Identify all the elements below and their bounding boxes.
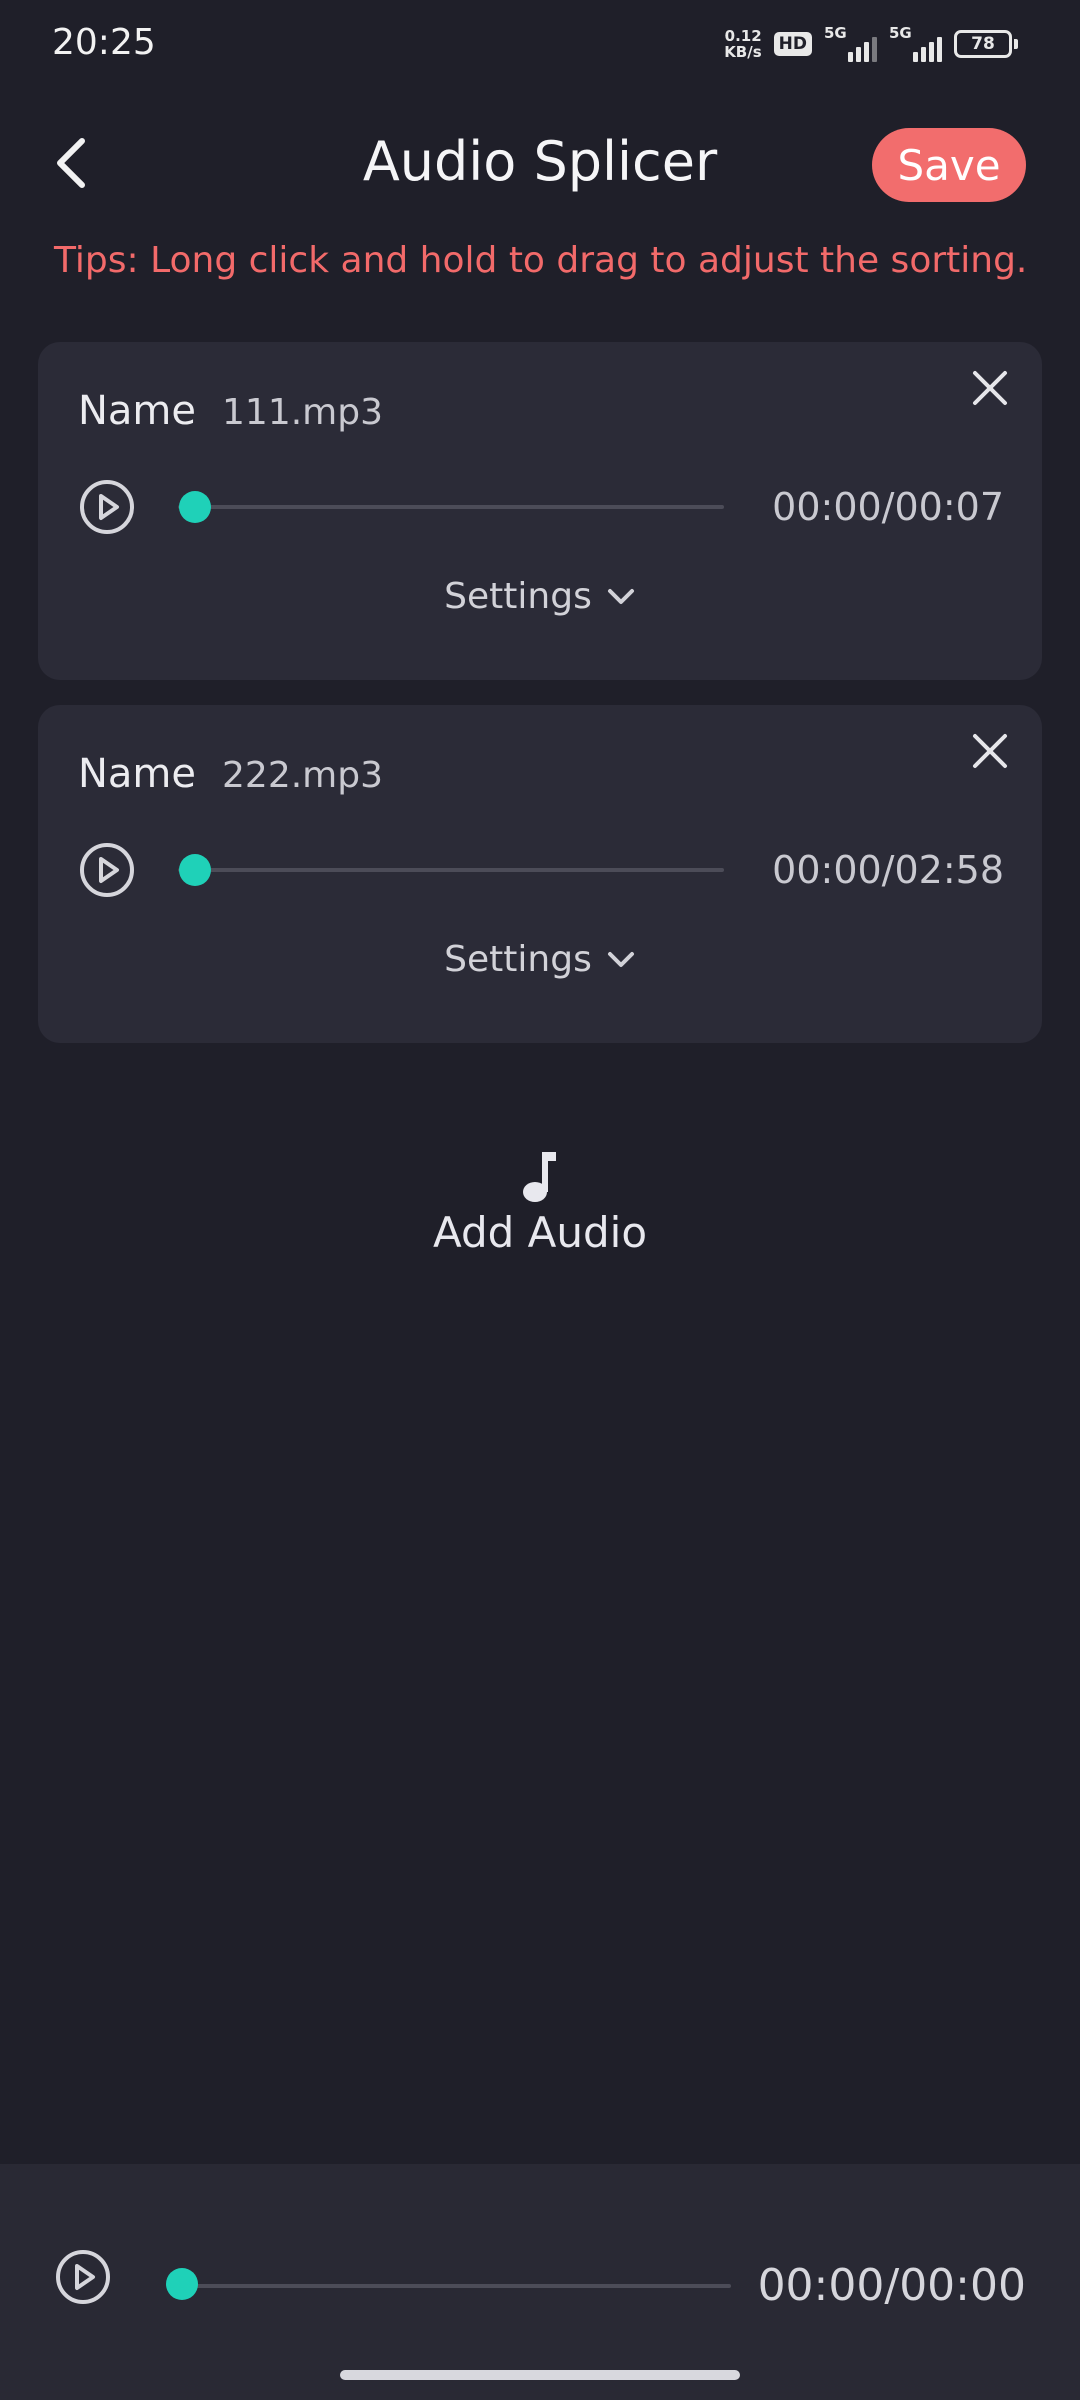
progress-slider-thumb[interactable] bbox=[179, 491, 211, 523]
file-name: 111.mp3 bbox=[222, 392, 383, 433]
settings-toggle[interactable]: Settings bbox=[38, 576, 1042, 617]
progress-slider-thumb[interactable] bbox=[179, 854, 211, 886]
play-icon bbox=[80, 843, 134, 897]
network-speed-unit: KB/s bbox=[724, 43, 762, 61]
playback-time: 00:00/00:00 bbox=[757, 2260, 1026, 2311]
bottom-player: 00:00/00:00 bbox=[0, 2164, 1080, 2400]
chevron-down-icon bbox=[607, 951, 634, 967]
close-icon bbox=[973, 734, 1007, 768]
name-label: Name bbox=[78, 751, 197, 797]
play-icon bbox=[56, 2250, 110, 2304]
status-time: 20:25 bbox=[52, 22, 156, 63]
status-bar: 20:25 0.12 KB/s HD 5G 5G 78 bbox=[0, 0, 1080, 96]
network-speed: 0.12 KB/s bbox=[724, 28, 761, 60]
chevron-down-icon bbox=[607, 588, 634, 604]
signal-icon: 5G bbox=[824, 24, 877, 62]
music-note-icon bbox=[523, 1152, 556, 1202]
playback-time: 00:00/00:07 bbox=[772, 485, 1004, 529]
home-indicator bbox=[340, 2370, 740, 2380]
progress-track[interactable] bbox=[178, 868, 724, 872]
signal-network-label: 5G bbox=[824, 24, 847, 42]
file-name: 222.mp3 bbox=[222, 755, 383, 796]
progress-track[interactable] bbox=[183, 2284, 731, 2288]
status-icons: 0.12 KB/s HD 5G 5G 78 bbox=[724, 24, 1018, 62]
play-all-button[interactable] bbox=[54, 2248, 112, 2306]
add-audio-button[interactable]: Add Audio bbox=[390, 1148, 690, 1257]
tips-text: Tips: Long click and hold to drag to adj… bbox=[54, 240, 1028, 281]
audio-item[interactable]: Name 222.mp3 00:00/02:58 Settings bbox=[38, 705, 1042, 1043]
name-row: Name 222.mp3 bbox=[78, 751, 383, 797]
add-audio-label: Add Audio bbox=[432, 1208, 648, 1257]
play-button[interactable] bbox=[78, 478, 136, 536]
progress-track[interactable] bbox=[178, 505, 724, 509]
name-label: Name bbox=[78, 388, 197, 434]
play-icon bbox=[80, 480, 134, 534]
settings-label: Settings bbox=[444, 939, 592, 980]
save-button[interactable]: Save bbox=[872, 128, 1026, 202]
close-icon bbox=[973, 371, 1007, 405]
signal-icon: 5G bbox=[889, 24, 942, 62]
settings-toggle[interactable]: Settings bbox=[38, 939, 1042, 980]
battery-level: 78 bbox=[954, 30, 1012, 58]
play-button[interactable] bbox=[78, 841, 136, 899]
audio-item[interactable]: Name 111.mp3 00:00/00:07 Settings bbox=[38, 342, 1042, 680]
remove-audio-button[interactable] bbox=[964, 362, 1016, 414]
network-speed-value: 0.12 bbox=[724, 27, 762, 45]
settings-label: Settings bbox=[444, 576, 592, 617]
playback-time: 00:00/02:58 bbox=[772, 848, 1004, 892]
battery-icon: 78 bbox=[954, 30, 1018, 58]
signal-network-label: 5G bbox=[889, 24, 912, 42]
hd-voice-icon: HD bbox=[773, 32, 812, 56]
audio-splicer-screen: 20:25 0.12 KB/s HD 5G 5G 78 Audio Splice… bbox=[0, 0, 1080, 2400]
remove-audio-button[interactable] bbox=[964, 725, 1016, 777]
progress-slider-thumb[interactable] bbox=[166, 2268, 198, 2300]
name-row: Name 111.mp3 bbox=[78, 388, 383, 434]
